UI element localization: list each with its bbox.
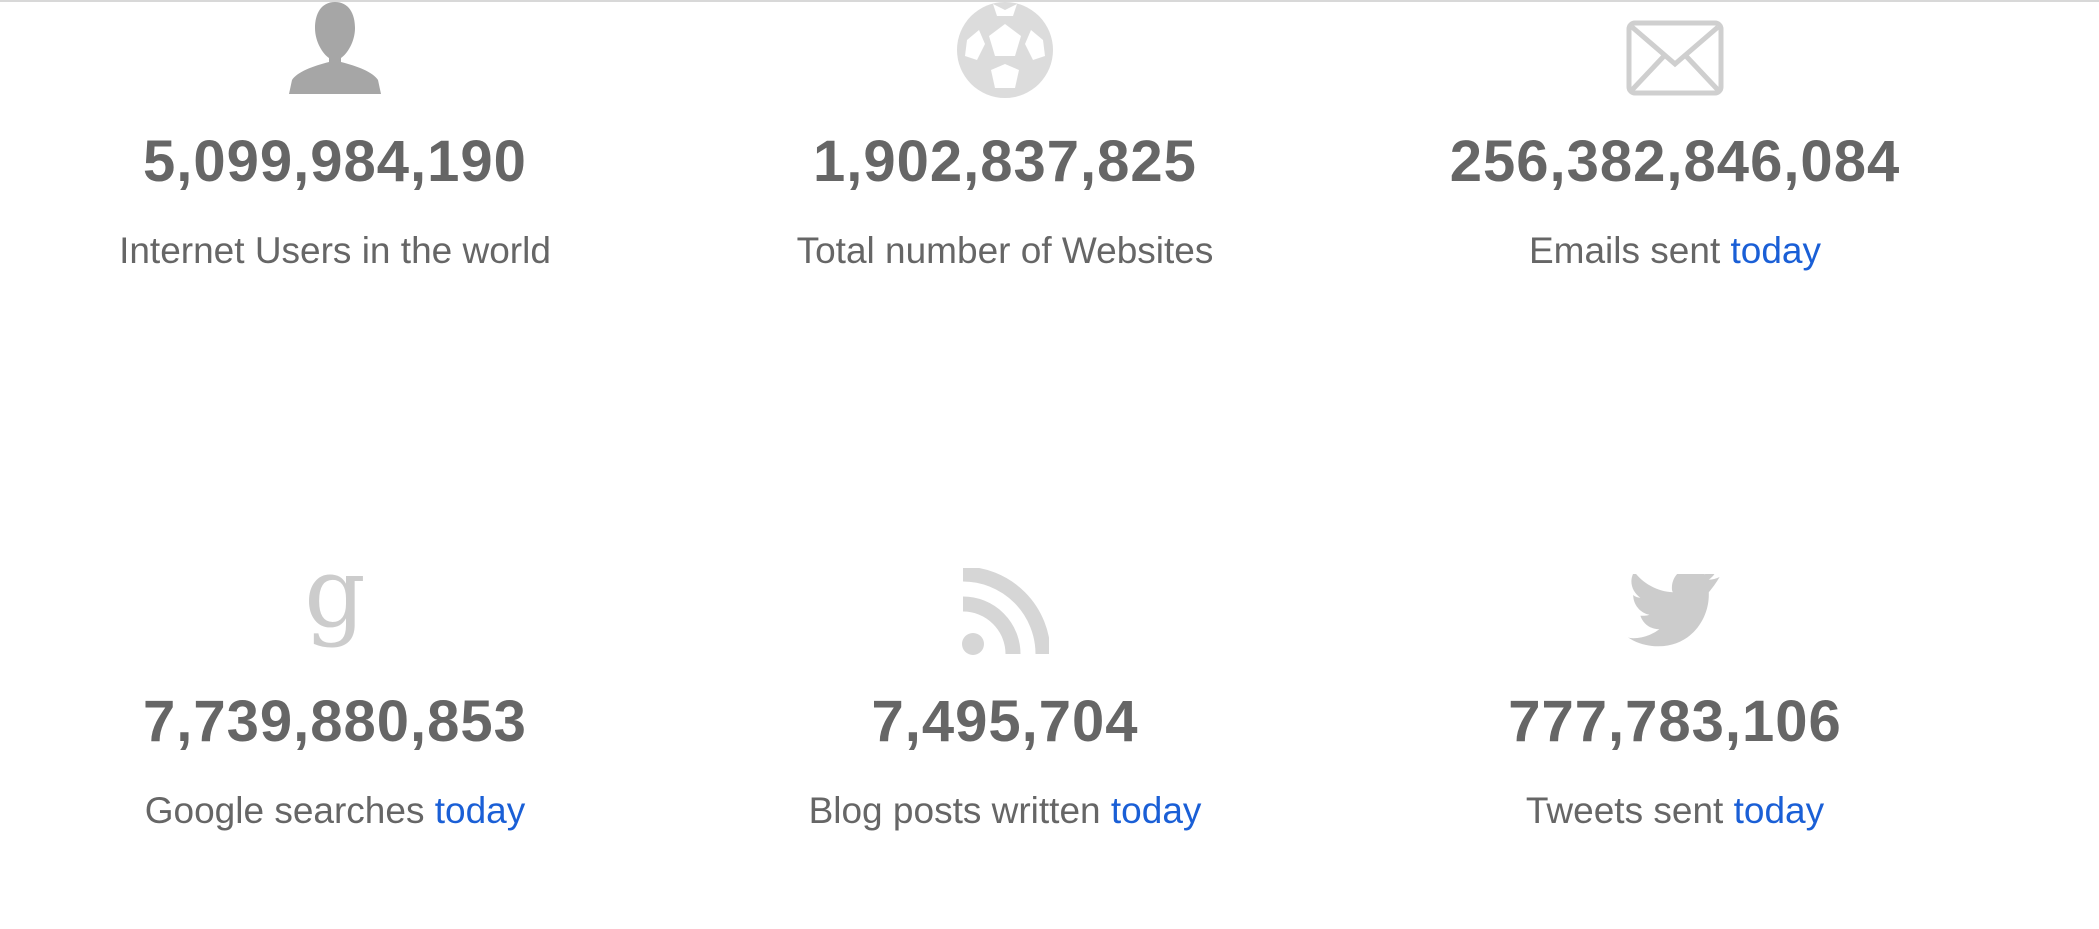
tweets-count: 777,783,106	[1508, 689, 1842, 754]
emails-caption: Emails sent today	[1345, 230, 2005, 272]
stat-emails: 256,382,846,084 Emails sent today	[1345, 0, 2005, 300]
emails-count: 256,382,846,084	[1449, 129, 1901, 194]
blog-posts-label: Blog posts written	[808, 790, 1101, 831]
svg-text:g: g	[304, 560, 365, 649]
stat-google-searches: g 7,739,880,853 Google searches today	[5, 560, 665, 880]
google-icon: g	[304, 560, 365, 649]
internet-users-count: 5,099,984,190	[143, 129, 527, 194]
user-icon	[289, 2, 381, 94]
websites-count: 1,902,837,825	[813, 129, 1197, 194]
emails-today-link[interactable]: today	[1731, 230, 1822, 271]
tweets-label: Tweets sent	[1525, 790, 1724, 831]
internet-users-label: Internet Users in the world	[119, 230, 551, 271]
tweets-caption: Tweets sent today	[1345, 790, 2005, 832]
rss-icon	[962, 568, 1049, 655]
blog-posts-caption: Blog posts written today	[675, 790, 1335, 832]
blog-posts-today-link[interactable]: today	[1111, 790, 1202, 831]
internet-users-caption: Internet Users in the world	[5, 230, 665, 272]
blog-posts-count: 7,495,704	[871, 689, 1139, 754]
google-searches-caption: Google searches today	[5, 790, 665, 832]
stat-websites: 1,902,837,825 Total number of Websites	[675, 0, 1335, 300]
emails-label: Emails sent	[1528, 230, 1721, 271]
stat-tweets: 777,783,106 Tweets sent today	[1345, 560, 2005, 880]
google-searches-label: Google searches	[144, 790, 425, 831]
globe-icon	[957, 2, 1053, 98]
google-searches-count: 7,739,880,853	[143, 689, 527, 754]
tweets-today-link[interactable]: today	[1734, 790, 1825, 831]
stat-blog-posts: 7,495,704 Blog posts written today	[675, 560, 1335, 880]
websites-label: Total number of Websites	[796, 230, 1214, 271]
twitter-bird-icon	[1627, 574, 1720, 647]
websites-caption: Total number of Websites	[675, 230, 1335, 272]
google-searches-today-link[interactable]: today	[435, 790, 526, 831]
stat-internet-users: 5,099,984,190 Internet Users in the worl…	[5, 0, 665, 300]
envelope-icon	[1626, 20, 1724, 96]
